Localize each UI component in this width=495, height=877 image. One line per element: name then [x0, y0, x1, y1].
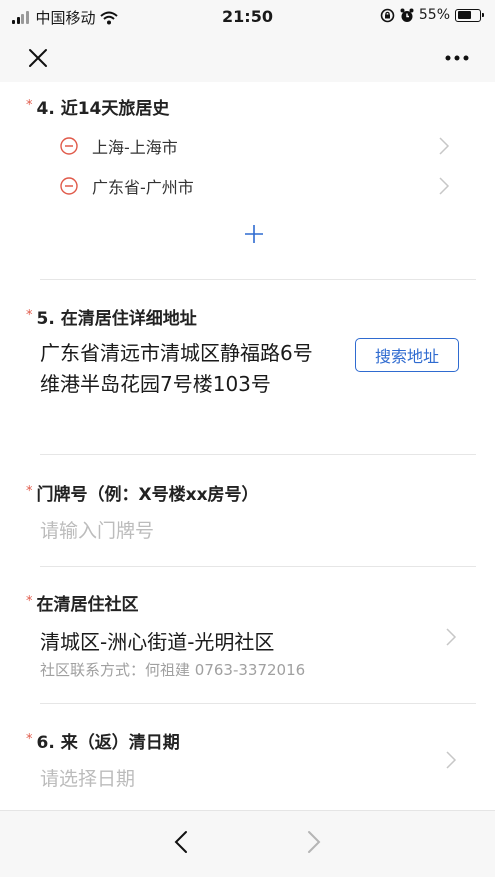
form-content: * 4. 近14天旅居史 上海-上海市 广东省-广州市 * 5. 在清居住详细地址 … [0, 82, 495, 810]
travel-item-text: 上海-上海市 [92, 138, 178, 157]
required-mark: * [26, 484, 33, 499]
chevron-right-icon[interactable] [445, 627, 457, 647]
status-bar: 中国移动 21:50 55% [0, 0, 495, 34]
divider [40, 454, 476, 455]
battery-icon [455, 8, 484, 22]
divider [40, 703, 476, 704]
travel-item-text: 广东省-广州市 [92, 178, 194, 197]
nav-bar [0, 34, 495, 82]
more-icon [445, 55, 469, 61]
divider [40, 566, 476, 567]
address-label: * 5. 在清居住详细地址 [26, 304, 197, 329]
remove-icon[interactable] [60, 177, 78, 195]
arrival-date-picker[interactable]: 请选择日期 [40, 764, 135, 791]
forward-button[interactable] [299, 827, 329, 857]
community-title: 在清居住社区 [36, 595, 139, 615]
arrival-date-label: * 6. 来（返）清日期 [26, 728, 180, 753]
divider [40, 279, 476, 280]
search-address-button[interactable]: 搜索地址 [355, 338, 459, 372]
bottom-toolbar [0, 810, 495, 877]
more-button[interactable] [441, 42, 473, 74]
community-value[interactable]: 清城区-洲心街道-光明社区 [40, 626, 274, 655]
plus-icon [245, 225, 263, 243]
close-button[interactable] [22, 42, 54, 74]
address-value[interactable]: 广东省清远市清城区静福路6号维港半岛花园7号楼103号 [40, 338, 330, 400]
house-number-input[interactable]: 请输入门牌号 [40, 516, 154, 543]
forward-icon [308, 831, 321, 853]
back-icon [174, 831, 187, 853]
status-right: 55% [380, 7, 484, 23]
alarm-icon [400, 8, 414, 22]
travel-history-label: * 4. 近14天旅居史 [26, 94, 169, 119]
required-mark: * [26, 308, 33, 323]
required-mark: * [26, 732, 33, 747]
close-icon [29, 49, 47, 67]
travel-item[interactable]: 上海-上海市 [60, 128, 450, 164]
orientation-lock-icon [380, 8, 395, 22]
back-button[interactable] [166, 827, 196, 857]
house-number-title: 门牌号（例：X号楼xx房号） [36, 485, 259, 505]
required-mark: * [26, 594, 33, 609]
chevron-right-icon [439, 137, 450, 155]
travel-item[interactable]: 广东省-广州市 [60, 168, 450, 204]
community-contact: 社区联系方式：何祖建 0763-3372016 [40, 661, 306, 679]
arrival-date-title: 6. 来（返）清日期 [36, 733, 180, 753]
travel-history-title: 4. 近14天旅居史 [36, 99, 170, 119]
battery-label: 55% [418, 7, 450, 23]
chevron-right-icon [439, 177, 450, 195]
community-label: * 在清居住社区 [26, 590, 139, 615]
house-number-label: * 门牌号（例：X号楼xx房号） [26, 480, 259, 505]
required-mark: * [26, 98, 33, 113]
add-travel-button[interactable] [240, 220, 268, 248]
address-title: 5. 在清居住详细地址 [36, 309, 197, 329]
remove-icon[interactable] [60, 137, 78, 155]
chevron-right-icon[interactable] [445, 750, 457, 770]
